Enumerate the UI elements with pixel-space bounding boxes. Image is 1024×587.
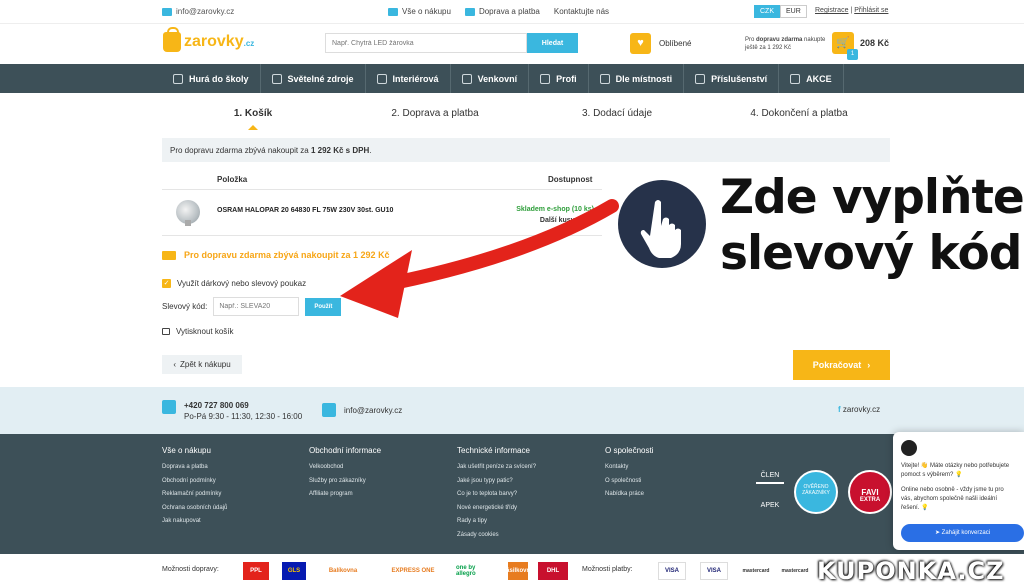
agent-avatar: [901, 440, 917, 456]
phone-icon: [162, 400, 176, 414]
footer-link[interactable]: Nové energetické třídy: [457, 502, 536, 516]
chat-info: Online nebo osobně - vždy jsme tu pro vá…: [901, 487, 1004, 511]
facebook-icon: f: [838, 405, 841, 414]
footer-link[interactable]: Jak nakupovat: [162, 515, 227, 529]
send-icon: ➤: [934, 529, 942, 536]
footer-link[interactable]: Velkoobchod: [309, 461, 381, 475]
footer-link[interactable]: Ochrana osobních údajů: [162, 502, 227, 516]
hand-pointer-icon: [618, 180, 706, 268]
shipping-options-label: Možnosti dopravy:: [162, 566, 219, 573]
mail-icon: [322, 403, 336, 417]
contact-phone[interactable]: +420 727 800 069 Po-Pá 9:30 - 11:30, 12:3…: [162, 400, 302, 422]
footer-col-company: O společnosti Kontakty O společnosti Nab…: [605, 446, 653, 502]
carrier-dhl: DHL: [538, 562, 568, 580]
footer-link[interactable]: Reklamační podmínky: [162, 488, 227, 502]
carrier-express-one: EXPRESS ONE: [391, 568, 435, 574]
footer-link[interactable]: Co je to teplota barvy?: [457, 488, 536, 502]
footer-col-shopping: Vše o nákupu Doprava a platba Obchodní p…: [162, 446, 227, 529]
footer-link[interactable]: Doprava a platba: [162, 461, 227, 475]
payment-mastercard-2: mastercard: [781, 568, 809, 574]
facebook-link[interactable]: f zarovky.cz: [838, 405, 880, 414]
carrier-zasilkovna: Zásilkovna: [503, 562, 534, 580]
footer-link[interactable]: Rady a tipy: [457, 515, 536, 529]
watermark: KUPONKA.CZ: [817, 557, 1005, 585]
footer-link[interactable]: Affiliate program: [309, 488, 381, 502]
footer-col-business: Obchodní informace Velkoobchod Služby pr…: [309, 446, 381, 502]
footer-link[interactable]: Obchodní podmínky: [162, 475, 227, 489]
carrier-balikovna: Balíkovna: [328, 568, 358, 574]
apek-member-badge: ČLEN APEK: [756, 472, 784, 509]
carrier-gls: GLS: [282, 562, 306, 580]
payment-visa: VISA: [658, 562, 686, 580]
verified-customers-badge[interactable]: OVĚŘENO ZÁKAZNÍKY: [794, 470, 838, 514]
footer: Vše o nákupu Doprava a platba Obchodní p…: [0, 434, 1024, 554]
footer-link[interactable]: Nabídka práce: [605, 488, 653, 502]
footer-link[interactable]: Zásady cookies: [457, 529, 536, 543]
footer-link[interactable]: O společnosti: [605, 475, 653, 489]
footer-link[interactable]: Kontakty: [605, 461, 653, 475]
contact-email[interactable]: info@zarovky.cz: [322, 403, 402, 417]
favi-badge[interactable]: FAVI EXTRA: [848, 470, 892, 514]
start-chat-button[interactable]: ➤ Zahájit konverzaci: [901, 524, 1024, 542]
payment-visa-2: VISA: [700, 562, 728, 580]
contact-band: +420 727 800 069 Po-Pá 9:30 - 11:30, 12:3…: [0, 387, 1024, 434]
footer-link[interactable]: Jak ušetřit peníze za svícení?: [457, 461, 536, 475]
payment-options-label: Možnosti platby:: [582, 566, 633, 573]
overlay-caption: Zde vyplňte slevový kód: [720, 170, 1024, 281]
footer-link[interactable]: Jaké jsou typy patic?: [457, 475, 536, 489]
apek-logo: [756, 482, 784, 502]
payment-mastercard: mastercard: [742, 568, 770, 574]
footer-link[interactable]: Služby pro zákazníky: [309, 475, 381, 489]
carrier-ppl: PPL: [243, 562, 269, 580]
chat-greeting: Vitejte! 👋 Máte otázky nebo potřebujete …: [901, 463, 1010, 478]
chat-widget: Vitejte! 👋 Máte otázky nebo potřebujete …: [893, 432, 1024, 550]
carrier-one: one by allegro: [456, 565, 476, 577]
footer-col-technical: Technické informace Jak ušetřit peníze z…: [457, 446, 536, 542]
